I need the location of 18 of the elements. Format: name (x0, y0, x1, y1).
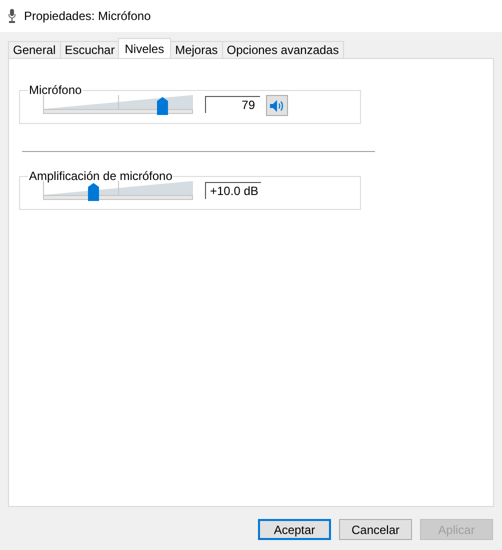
tab[interactable]: Mejoras (170, 41, 223, 58)
tab[interactable]: Opciones avanzadas (222, 41, 344, 58)
microphone-icon (8, 9, 16, 23)
speaker-icon (270, 100, 284, 112)
tab[interactable]: Niveles (118, 38, 172, 58)
slider-thumb[interactable] (88, 183, 98, 201)
level-value[interactable]: +10.0 dB (205, 182, 261, 199)
dialog-button[interactable]: Cancelar (339, 519, 412, 540)
level-value[interactable]: 79 (205, 96, 260, 113)
level-slider[interactable] (43, 181, 193, 203)
tab[interactable]: General (8, 41, 61, 58)
group-title: Micrófono (29, 83, 82, 97)
dialog-button[interactable]: Aceptar (258, 519, 331, 540)
window-title: Propiedades: Micrófono (24, 9, 151, 23)
level-slider[interactable] (43, 95, 193, 117)
speaker-button[interactable] (266, 95, 288, 116)
group-title: Amplificación de micrófono (29, 169, 172, 183)
slider-thumb[interactable] (156, 97, 168, 115)
